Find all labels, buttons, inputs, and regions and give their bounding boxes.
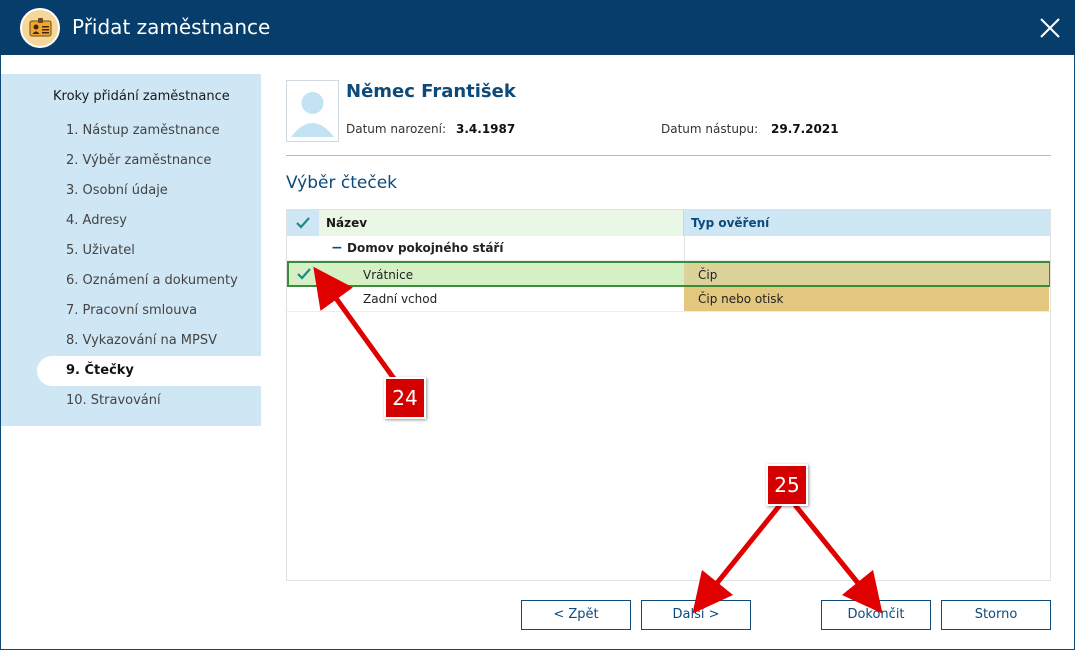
back-button[interactable]: < Zpět — [521, 600, 631, 630]
check-icon — [297, 268, 311, 280]
step-item-8[interactable]: 8. Vykazování na MPSV — [1, 326, 261, 356]
row-type: Čip — [684, 263, 1049, 285]
collapse-toggle[interactable]: − — [331, 236, 343, 261]
step-item-5[interactable]: 5. Uživatel — [1, 236, 261, 266]
step-item-4[interactable]: 4. Adresy — [1, 206, 261, 236]
annotation-callout-24: 24 — [384, 377, 426, 419]
employee-badge-icon — [20, 8, 60, 48]
employee-name: Němec František — [346, 81, 516, 102]
cancel-button[interactable]: Storno — [941, 600, 1051, 630]
divider — [286, 155, 1051, 156]
start-date-label: Datum nástupu: — [661, 122, 759, 136]
group-row[interactable]: − Domov pokojného stáří — [287, 236, 1050, 261]
row-name: Vrátnice — [363, 268, 414, 282]
main-panel: Němec František Datum narození: 3.4.1987… — [261, 55, 1074, 650]
row-checkbox[interactable] — [287, 287, 319, 311]
column-header-type[interactable]: Typ ověření — [684, 210, 1050, 236]
column-separator — [684, 236, 685, 260]
row-type-text: Čip nebo otisk — [698, 292, 784, 306]
check-icon — [296, 217, 310, 229]
step-item-3[interactable]: 3. Osobní údaje — [1, 176, 261, 206]
column-header-name[interactable]: Název — [319, 210, 684, 236]
step-item-6[interactable]: 6. Oznámení a dokumenty — [1, 266, 261, 296]
birth-date-value: 3.4.1987 — [456, 122, 516, 136]
window-title: Přidat zaměstnance — [72, 15, 271, 39]
person-avatar-icon — [286, 80, 339, 142]
start-date-value: 29.7.2021 — [771, 122, 839, 136]
birth-date-label: Datum narození: — [346, 122, 447, 136]
annotation-callout-25: 25 — [766, 464, 808, 506]
row-type: Čip nebo otisk — [684, 287, 1049, 311]
group-label: Domov pokojného stáří — [347, 241, 504, 255]
row-name: Zadní vchod — [363, 292, 438, 306]
step-item-9-active[interactable]: 9. Čtečky — [37, 356, 261, 386]
row-type-text: Čip — [698, 268, 718, 282]
table-row[interactable]: Zadní vchod Čip nebo otisk — [287, 287, 1050, 312]
step-item-2[interactable]: 2. Výběr zaměstnance — [1, 146, 261, 176]
title-bar: Přidat zaměstnance — [0, 0, 1075, 55]
section-title: Výběr čteček — [286, 173, 397, 193]
select-all-checkbox[interactable] — [287, 210, 319, 236]
next-button[interactable]: Další > — [641, 600, 751, 630]
finish-button[interactable]: Dokončit — [821, 600, 931, 630]
close-icon[interactable] — [1036, 14, 1064, 42]
step-item-7[interactable]: 7. Pracovní smlouva — [1, 296, 261, 326]
step-item-1[interactable]: 1. Nástup zaměstnance — [1, 116, 261, 146]
steps-sidebar: Kroky přidání zaměstnance 1. Nástup zamě… — [1, 74, 261, 426]
step-item-10[interactable]: 10. Stravování — [1, 386, 261, 416]
row-checkbox[interactable] — [289, 263, 319, 285]
table-row-selected[interactable]: Vrátnice Čip — [287, 261, 1050, 287]
sidebar-title: Kroky přidání zaměstnance — [53, 89, 230, 104]
